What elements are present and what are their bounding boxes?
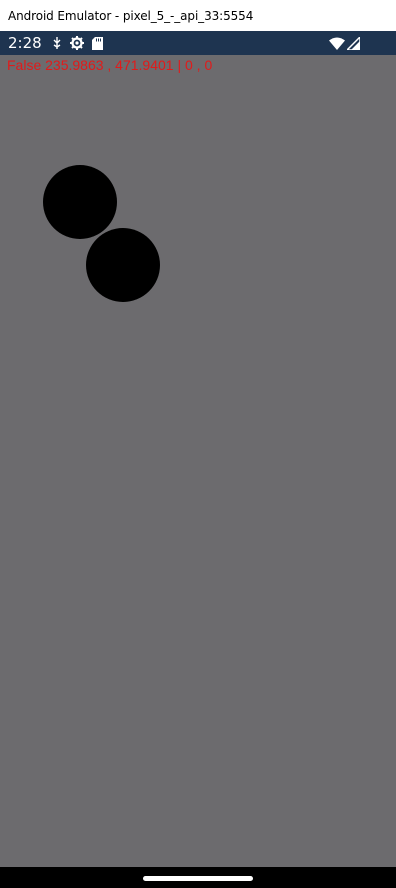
draggable-circle-2[interactable] — [86, 228, 160, 302]
settings-gear-icon — [69, 36, 84, 50]
usb-debug-icon — [52, 37, 62, 49]
android-nav-bar — [0, 867, 396, 888]
emulator-window: Android Emulator - pixel_5_-_api_33:5554… — [0, 0, 396, 888]
status-notification-icons — [52, 36, 103, 50]
debug-readout: False 235.9863 , 471.9401 | 0 , 0 — [7, 57, 213, 73]
window-title: Android Emulator - pixel_5_-_api_33:5554 — [8, 8, 254, 23]
cell-signal-icon — [347, 36, 360, 50]
app-canvas[interactable]: False 235.9863 , 471.9401 | 0 , 0 — [0, 55, 396, 867]
wifi-icon — [329, 37, 345, 50]
window-titlebar: Android Emulator - pixel_5_-_api_33:5554 — [0, 0, 396, 31]
status-time: 2:28 — [8, 34, 42, 52]
home-handle[interactable] — [143, 876, 253, 881]
status-system-icons — [329, 31, 360, 55]
draggable-circle-1[interactable] — [43, 165, 117, 239]
sd-card-icon — [91, 36, 103, 50]
android-status-bar[interactable]: 2:28 — [0, 31, 396, 55]
